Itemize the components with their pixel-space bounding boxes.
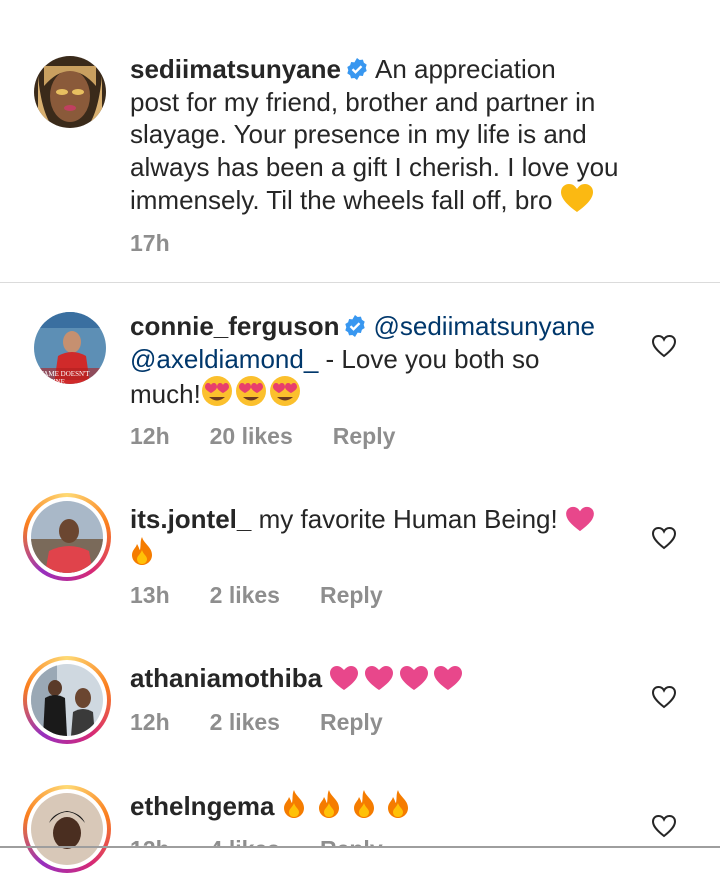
pink-heart-icon (329, 663, 463, 693)
comment-body: - Love you both so (325, 343, 540, 374)
caption-time: 17h (130, 230, 170, 256)
comment-time: 13h (130, 582, 170, 608)
avatar-sediimatsunyane[interactable] (34, 56, 106, 128)
reply-button[interactable]: Reply (320, 836, 383, 846)
fire-icon (282, 790, 412, 821)
comment-likes[interactable]: 2 likes (210, 709, 280, 735)
avatar-its-jontel (31, 501, 103, 573)
comment-body: my favorite Human Being! (258, 504, 558, 534)
story-ring[interactable] (23, 656, 111, 744)
comment-likes[interactable]: 4 likes (210, 836, 280, 846)
yellow-heart-icon (560, 184, 593, 212)
story-ring[interactable] (23, 785, 111, 873)
comment-likes[interactable]: 2 likes (210, 582, 280, 608)
caption-line5: immensely. Til the wheels fall off, bro (130, 185, 553, 215)
caption-line2: post for my friend, brother and partner … (130, 86, 596, 117)
mention-link[interactable]: @sediimatsunyane (373, 311, 595, 341)
comment-text: its.jontel_ my favorite Human Being! (130, 503, 595, 569)
comment-username[interactable]: athaniamothiba (130, 663, 322, 693)
caption-username[interactable]: sediimatsunyane (130, 54, 341, 84)
reply-button[interactable]: Reply (320, 582, 383, 608)
comment-username[interactable]: ethelngema (130, 791, 275, 821)
comment-meta: 12h 4 likes Reply (130, 836, 423, 846)
mention-link[interactable]: @axeldiamond_ (130, 344, 318, 374)
comment-text: ethelngema (130, 789, 412, 823)
comment-body-2: much! (130, 379, 201, 409)
caption-meta: 17h (130, 230, 210, 257)
comment-username[interactable]: its.jontel_ (130, 504, 251, 534)
comment-text: athaniamothiba (130, 662, 463, 695)
comment-time: 12h (130, 423, 170, 449)
like-heart-icon[interactable] (651, 684, 677, 710)
reply-button[interactable]: Reply (320, 709, 383, 735)
comment-time: 12h (130, 836, 170, 846)
like-heart-icon[interactable] (651, 813, 677, 839)
bottom-divider (0, 846, 720, 848)
post-caption: sediimatsunyane An appreciation post for … (0, 0, 720, 283)
heart-eyes-icon (201, 376, 303, 409)
pink-heart-icon (566, 506, 594, 532)
avatar-athaniamothiba (31, 664, 103, 736)
avatar-magazine-text: FAME DOESN'T DEFINE (40, 370, 90, 384)
comment-text: connie_ferguson @sediimatsunyane @axeldia… (130, 310, 595, 411)
like-heart-icon[interactable] (651, 525, 677, 551)
like-heart-icon[interactable] (651, 333, 677, 359)
verified-badge-icon (347, 58, 367, 80)
reply-button[interactable]: Reply (333, 423, 396, 449)
avatar-connie-ferguson[interactable]: FAME DOESN'T DEFINE (34, 312, 106, 384)
caption-text: sediimatsunyane An appreciation post for … (130, 53, 619, 217)
fire-icon (132, 536, 152, 565)
comment-likes[interactable]: 20 likes (210, 423, 293, 449)
caption-line3: slayage. Your presence in my life is and (130, 119, 587, 149)
comment-meta: 13h 2 likes Reply (130, 582, 423, 609)
story-ring[interactable] (23, 493, 111, 581)
caption-line4: always has been a gift I cherish. I love… (130, 151, 619, 182)
caption-line1: An appreciation (374, 54, 556, 84)
verified-badge-icon (345, 315, 366, 337)
comment-meta: 12h 2 likes Reply (130, 709, 423, 736)
comment-username[interactable]: connie_ferguson (130, 311, 339, 341)
comment-meta: 12h 20 likes Reply (130, 423, 435, 450)
avatar-ethelngema (31, 793, 103, 865)
comment-time: 12h (130, 709, 170, 735)
